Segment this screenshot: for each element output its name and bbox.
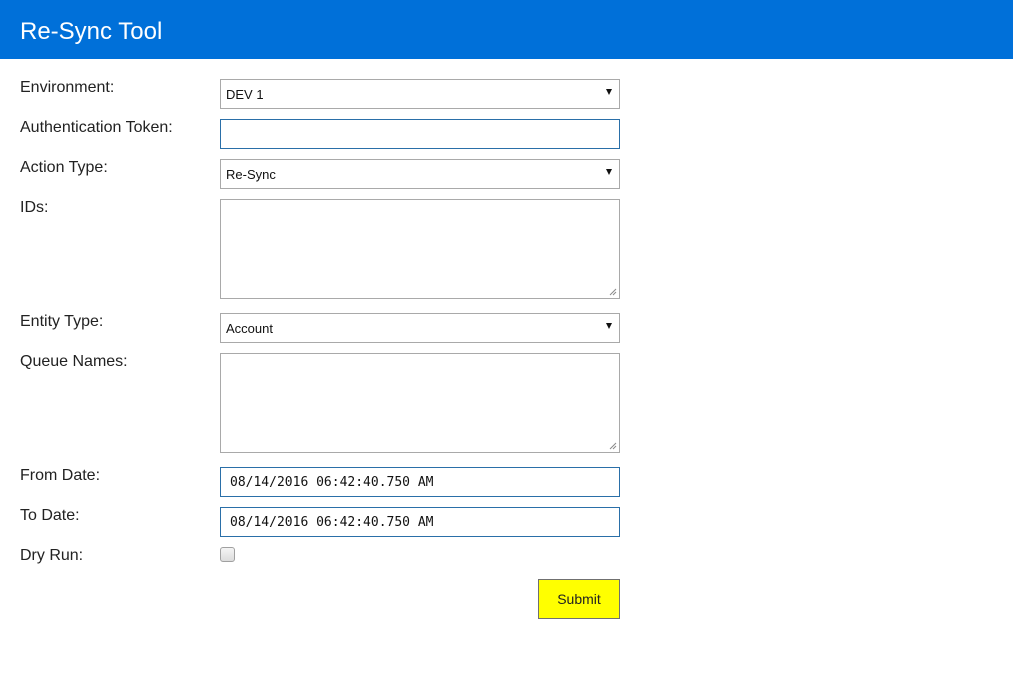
queue-names-label: Queue Names: — [20, 353, 128, 370]
resize-grip-icon[interactable] — [609, 288, 617, 296]
app-header: Re-Sync Tool — [0, 0, 1013, 59]
auth-token-label: Authentication Token: — [20, 119, 173, 136]
page-title: Re-Sync Tool — [20, 18, 163, 45]
chevron-down-icon — [606, 169, 612, 175]
from-date-value: 08/14/2016 06:42:40.750 AM — [230, 475, 434, 490]
environment-select-value: DEV 1 — [226, 87, 264, 102]
queue-names-textarea[interactable] — [220, 353, 620, 453]
submit-button[interactable]: Submit — [538, 579, 620, 619]
from-date-input[interactable]: 08/14/2016 06:42:40.750 AM — [220, 467, 620, 497]
to-date-input[interactable]: 08/14/2016 06:42:40.750 AM — [220, 507, 620, 537]
ids-label: IDs: — [20, 199, 49, 216]
chevron-down-icon — [606, 89, 612, 95]
environment-label: Environment: — [20, 79, 115, 96]
environment-select[interactable]: DEV 1 — [220, 79, 620, 109]
action-type-label: Action Type: — [20, 159, 108, 176]
to-date-label: To Date: — [20, 507, 80, 524]
auth-token-input[interactable] — [220, 119, 620, 149]
chevron-down-icon — [606, 323, 612, 329]
action-type-select-value: Re-Sync — [226, 167, 276, 182]
from-date-label: From Date: — [20, 467, 101, 484]
dry-run-checkbox[interactable] — [220, 547, 235, 562]
resize-grip-icon[interactable] — [609, 442, 617, 450]
entity-type-label: Entity Type: — [20, 313, 104, 330]
to-date-value: 08/14/2016 06:42:40.750 AM — [230, 515, 434, 530]
ids-textarea[interactable] — [220, 199, 620, 299]
dry-run-label: Dry Run: — [20, 547, 84, 564]
entity-type-select[interactable]: Account — [220, 313, 620, 343]
action-type-select[interactable]: Re-Sync — [220, 159, 620, 189]
entity-type-select-value: Account — [226, 321, 273, 336]
